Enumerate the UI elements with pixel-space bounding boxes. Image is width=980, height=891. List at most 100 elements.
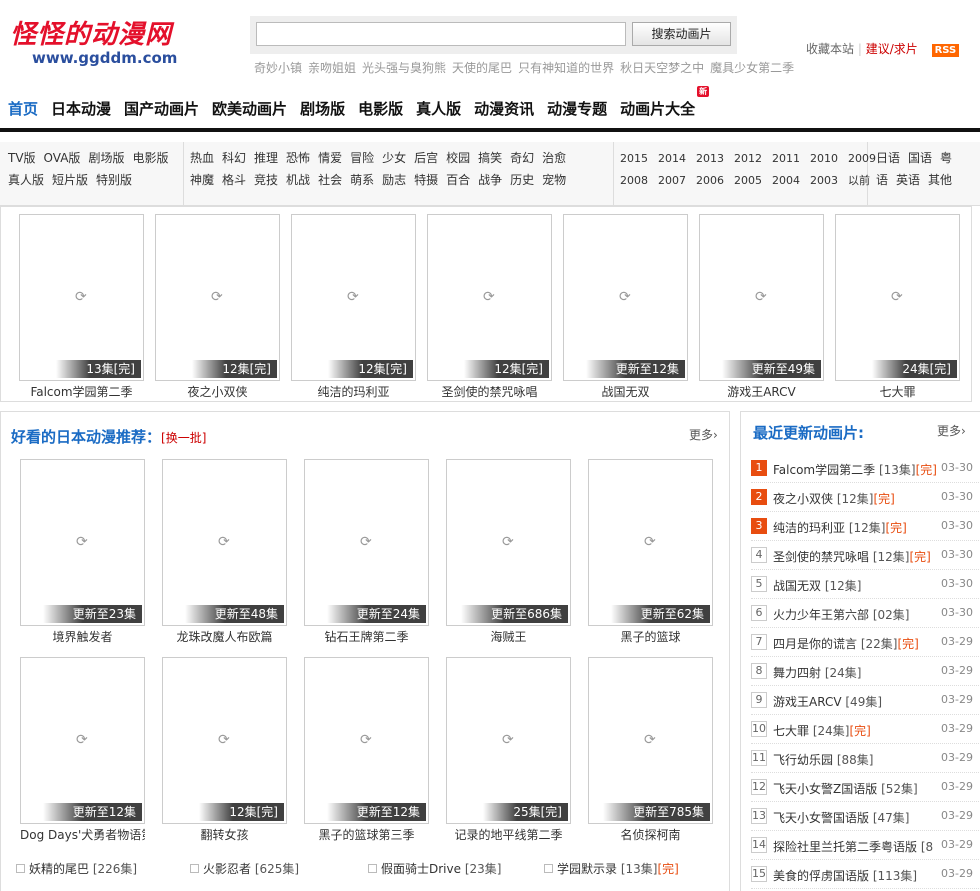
anime-poster[interactable]: ⟳ 12集[完]	[291, 214, 416, 381]
swap-button[interactable]: [换一批]	[161, 431, 206, 445]
anime-title[interactable]: 圣剑使的禁咒咏唱	[427, 383, 552, 400]
latest-item[interactable]: 7 四月是你的谎言 [22集][完] 03-29	[751, 628, 980, 657]
anime-poster[interactable]: ⟳ 更新至49集	[699, 214, 824, 381]
category-link[interactable]: 电影版	[132, 151, 168, 165]
anime-title[interactable]: 游戏王ARCV	[699, 383, 824, 400]
latest-item[interactable]: 15 美食的俘虏国语版 [113集] 03-29	[751, 860, 980, 889]
anime-card[interactable]: ⟳ 12集[完] 夜之小双侠	[155, 214, 280, 400]
latest-item[interactable]: 8 舞力四射 [24集] 03-29	[751, 657, 980, 686]
anime-poster[interactable]: ⟳ 12集[完]	[155, 214, 280, 381]
anime-poster[interactable]: ⟳ 更新至23集	[20, 459, 145, 626]
category-link[interactable]: 科幻	[222, 151, 246, 165]
category-link[interactable]: 2013	[696, 152, 724, 165]
latest-item[interactable]: 5 战国无双 [12集] 03-30	[751, 570, 980, 599]
category-link[interactable]: 2007	[658, 174, 686, 187]
anime-poster[interactable]: ⟳ 更新至62集	[588, 459, 713, 626]
anime-poster[interactable]: ⟳ 13集[完]	[19, 214, 144, 381]
category-link[interactable]: 2015	[620, 152, 648, 165]
category-link[interactable]: 治愈	[542, 151, 566, 165]
anime-poster[interactable]: ⟳ 12集[完]	[162, 657, 287, 824]
latest-item[interactable]: 13 飞天小女警国语版 [47集] 03-29	[751, 802, 980, 831]
anime-poster[interactable]: ⟳ 更新至686集	[446, 459, 571, 626]
latest-item[interactable]: 12 飞天小女警Z国语版 [52集] 03-29	[751, 773, 980, 802]
category-link[interactable]: 2003	[810, 174, 838, 187]
latest-item-title[interactable]: 飞天小女警国语版 [47集]	[773, 809, 943, 826]
category-link[interactable]: OVA版	[44, 151, 81, 165]
category-link[interactable]: 宠物	[542, 173, 566, 187]
category-link[interactable]: 2006	[696, 174, 724, 187]
latest-item[interactable]: 1 Falcom学园第二季 [13集][完] 03-30	[751, 454, 980, 483]
category-link[interactable]: 粤	[940, 151, 952, 165]
text-list-item[interactable]: 学园默示录 [13集][完]	[544, 860, 679, 877]
anime-title[interactable]: Dog Days'犬勇者物语第三季	[20, 826, 145, 843]
hot-word-link[interactable]: 秋日天空梦之中	[620, 61, 704, 75]
nav-item[interactable]: 欧美动画片	[212, 98, 287, 119]
category-link[interactable]: 机战	[286, 173, 310, 187]
anime-card[interactable]: ⟳ 更新至12集 Dog Days'犬勇者物语第三季	[20, 657, 145, 843]
favorite-link[interactable]: 收藏本站	[806, 42, 854, 56]
anime-card[interactable]: ⟳ 更新至49集游戏王ARCV	[699, 214, 824, 400]
category-link[interactable]: 语	[876, 173, 888, 187]
category-link[interactable]: 2011	[772, 152, 800, 165]
latest-item-title[interactable]: 美食的俘虏国语版 [113集]	[773, 867, 943, 884]
nav-item[interactable]: 国产动画片	[124, 98, 199, 119]
anime-card[interactable]: ⟳ 12集[完] 纯洁的玛利亚	[291, 214, 416, 400]
search-input[interactable]	[256, 22, 626, 46]
anime-title[interactable]: 战国无双	[563, 383, 688, 400]
rss-icon[interactable]: RSS	[931, 44, 960, 57]
anime-title[interactable]: 海贼王	[446, 628, 571, 645]
nav-item[interactable]: 动画片大全新	[620, 86, 710, 119]
category-link[interactable]: 神魔	[190, 173, 214, 187]
anime-card[interactable]: ⟳ 12集[完] 翻转女孩	[162, 657, 287, 843]
anime-card[interactable]: ⟳ 12集[完] 圣剑使的禁咒咏唱	[427, 214, 552, 400]
hot-word-link[interactable]: 奇妙小镇	[254, 61, 302, 75]
anime-title[interactable]: 翻转女孩	[162, 826, 287, 843]
latest-item[interactable]: 2 夜之小双侠 [12集][完] 03-30	[751, 483, 980, 512]
anime-card[interactable]: ⟳ 更新至12集战国无双	[563, 214, 688, 400]
latest-item[interactable]: 4 圣剑使的禁咒咏唱 [12集][完] 03-30	[751, 541, 980, 570]
anime-title[interactable]: 纯洁的玛利亚	[291, 383, 416, 400]
category-link[interactable]: 社会	[318, 173, 342, 187]
latest-item-title[interactable]: 飞行幼乐园 [88集]	[773, 751, 943, 768]
latest-item[interactable]: 10 七大罪 [24集][完] 03-29	[751, 715, 980, 744]
latest-item-title[interactable]: 探险社里兰托第二季粤语版 [8	[773, 838, 943, 855]
anime-card[interactable]: ⟳ 24集[完] 七大罪	[835, 214, 960, 400]
latest-item-title[interactable]: 七大罪 [24集][完]	[773, 722, 943, 739]
category-link[interactable]: 2012	[734, 152, 762, 165]
category-link[interactable]: 英语	[896, 173, 920, 187]
anime-title[interactable]: 黑子的篮球第三季	[304, 826, 429, 843]
latest-more-link[interactable]: 更多›	[937, 422, 966, 439]
latest-item-title[interactable]: Falcom学园第二季 [13集][完]	[773, 461, 943, 478]
anime-poster[interactable]: ⟳ 更新至48集	[162, 459, 287, 626]
anime-card[interactable]: ⟳ 更新至686集海贼王	[446, 459, 571, 645]
text-list-item[interactable]: 妖精的尾巴 [226集]	[16, 860, 137, 877]
category-link[interactable]: 冒险	[350, 151, 374, 165]
anime-poster[interactable]: ⟳ 12集[完]	[427, 214, 552, 381]
hot-word-link[interactable]: 天使的尾巴	[452, 61, 512, 75]
nav-item[interactable]: 真人版	[416, 98, 461, 119]
anime-poster[interactable]: ⟳ 更新至24集	[304, 459, 429, 626]
category-link[interactable]: 情爱	[318, 151, 342, 165]
anime-poster[interactable]: ⟳ 24集[完]	[835, 214, 960, 381]
anime-card[interactable]: ⟳ 更新至62集黑子的篮球	[588, 459, 713, 645]
category-link[interactable]: 奇幻	[510, 151, 534, 165]
category-link[interactable]: 战争	[478, 173, 502, 187]
anime-title[interactable]: 黑子的篮球	[588, 628, 713, 645]
nav-item[interactable]: 剧场版	[300, 98, 345, 119]
category-link[interactable]: 短片版	[52, 173, 88, 187]
nav-item[interactable]: 首页	[8, 98, 38, 119]
category-link[interactable]: 2014	[658, 152, 686, 165]
latest-item-title[interactable]: 战国无双 [12集]	[773, 577, 943, 594]
category-link[interactable]: 竞技	[254, 173, 278, 187]
anime-card[interactable]: ⟳ 更新至24集 钻石王牌第二季	[304, 459, 429, 645]
latest-item-title[interactable]: 飞天小女警Z国语版 [52集]	[773, 780, 943, 797]
category-link[interactable]: 国语	[908, 151, 932, 165]
latest-item-title[interactable]: 舞力四射 [24集]	[773, 664, 943, 681]
text-list-item[interactable]: 火影忍者 [625集]	[190, 860, 299, 877]
anime-card[interactable]: ⟳ 13集[完] Falcom学园第二季	[19, 214, 144, 400]
category-link[interactable]: 2009	[848, 152, 876, 165]
anime-card[interactable]: ⟳ 更新至48集 龙珠改魔人布欧篇	[162, 459, 287, 645]
anime-card[interactable]: ⟳ 更新至12集 黑子的篮球第三季	[304, 657, 429, 843]
anime-poster[interactable]: ⟳ 更新至12集	[563, 214, 688, 381]
anime-poster[interactable]: ⟳ 更新至785集	[588, 657, 713, 824]
